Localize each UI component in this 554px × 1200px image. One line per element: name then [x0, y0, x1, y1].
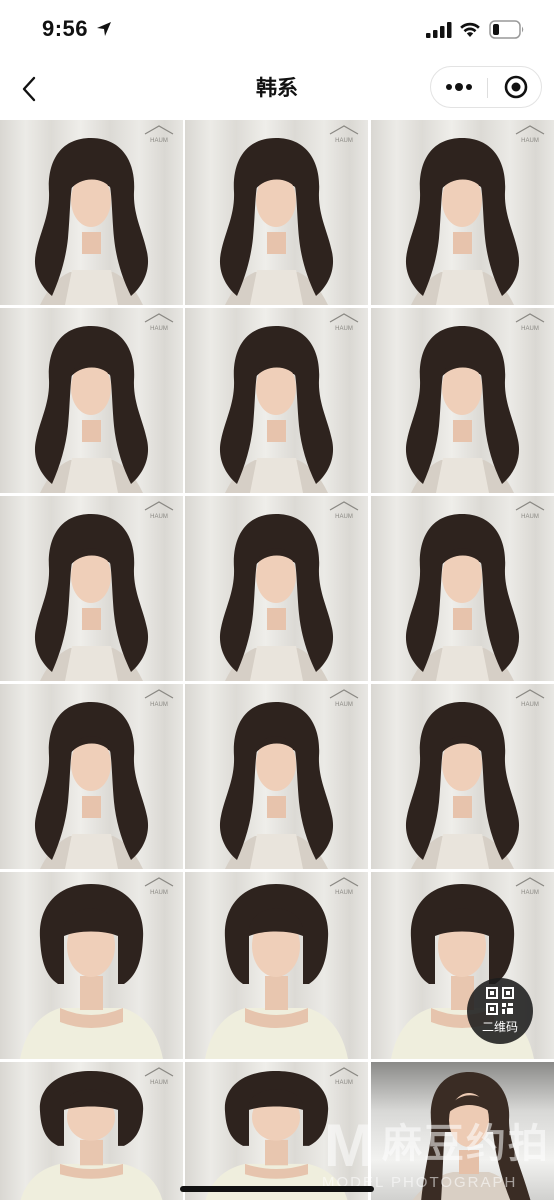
svg-text:HAUM: HAUM [335, 514, 353, 520]
photo-tile[interactable]: HAUM [185, 872, 368, 1059]
wifi-icon [460, 22, 480, 37]
svg-text:HAUM: HAUM [150, 702, 168, 708]
brand-logo: HAUM [326, 1066, 362, 1086]
photo-tile[interactable]: HAUM [371, 308, 554, 493]
brand-logo: HAUM [141, 876, 177, 896]
photo-tile[interactable]: HAUM [0, 308, 183, 493]
cellular-signal-icon [426, 22, 452, 38]
brand-logo: HAUM [326, 500, 362, 520]
model-photo [20, 884, 163, 1059]
svg-text:HAUM: HAUM [521, 138, 539, 144]
home-indicator [180, 1186, 374, 1192]
svg-text:HAUM: HAUM [335, 1080, 353, 1086]
photo-tile[interactable]: HAUM [185, 684, 368, 869]
model-photo [405, 138, 520, 305]
model-photo [34, 326, 149, 493]
photo-tile[interactable]: HAUM [0, 1062, 183, 1200]
watermark-letter: M [324, 1112, 374, 1179]
brand-logo: HAUM [326, 876, 362, 896]
photo-tile[interactable]: HAUM [0, 684, 183, 869]
svg-text:HAUM: HAUM [150, 890, 168, 896]
photo-tile[interactable]: HAUM [371, 120, 554, 305]
svg-text:HAUM: HAUM [521, 514, 539, 520]
svg-text:HAUM: HAUM [150, 326, 168, 332]
svg-text:HAUM: HAUM [150, 1080, 168, 1086]
model-photo [219, 514, 334, 681]
more-dots-icon [446, 83, 472, 91]
qr-code-label: 二维码 [481, 1020, 518, 1034]
photo-tile[interactable]: HAUM [0, 872, 183, 1059]
model-photo [34, 514, 149, 681]
brand-logo: HAUM [141, 124, 177, 144]
photo-tile[interactable]: HAUM [0, 496, 183, 681]
brand-logo: HAUM [326, 688, 362, 708]
more-button[interactable] [431, 67, 487, 107]
photo-tile[interactable]: HAUM [371, 872, 554, 1059]
model-photo [405, 326, 520, 493]
svg-text:HAUM: HAUM [335, 326, 353, 332]
model-photo [34, 702, 149, 869]
brand-logo: HAUM [141, 1066, 177, 1086]
svg-text:HAUM: HAUM [150, 514, 168, 520]
model-photo [219, 326, 334, 493]
brand-logo: HAUM [141, 312, 177, 332]
svg-text:HAUM: HAUM [521, 326, 539, 332]
target-close-icon [504, 75, 527, 99]
model-photo [205, 884, 348, 1059]
brand-logo: HAUM [141, 500, 177, 520]
photo-tile[interactable]: HAUM [0, 120, 183, 305]
brand-logo: HAUM [512, 688, 548, 708]
brand-logo: HAUM [141, 688, 177, 708]
photo-tile[interactable]: HAUM [371, 684, 554, 869]
photo-tile[interactable]: HAUM [185, 120, 368, 305]
status-time: 9:56 [42, 16, 89, 41]
svg-text:HAUM: HAUM [521, 702, 539, 708]
brand-logo: HAUM [326, 124, 362, 144]
qr-code-icon [486, 987, 514, 1015]
brand-logo: HAUM [326, 312, 362, 332]
close-button[interactable] [488, 67, 543, 107]
photo-tile[interactable]: HAUM [371, 496, 554, 681]
brand-logo: HAUM [512, 876, 548, 896]
model-photo [34, 138, 149, 305]
model-photo [405, 514, 520, 681]
miniprogram-capsule [430, 66, 542, 108]
battery-icon [489, 20, 524, 39]
brand-logo: HAUM [512, 124, 548, 144]
nav-bar: 韩系 [0, 58, 554, 120]
location-arrow-icon [97, 22, 111, 36]
photo-grid: HAUM HAUM HAUM HAUM HAUM HAUM HAUM HAUM HAUM HAUM… [0, 120, 554, 1200]
brand-logo: HAUM [512, 500, 548, 520]
brand-logo: HAUM [512, 312, 548, 332]
qr-code-button[interactable]: 二维码 [467, 978, 533, 1044]
svg-text:HAUM: HAUM [335, 138, 353, 144]
model-photo [391, 884, 534, 1059]
svg-text:HAUM: HAUM [521, 890, 539, 896]
model-photo [405, 702, 520, 869]
svg-text:HAUM: HAUM [335, 890, 353, 896]
photo-tile[interactable]: HAUM [185, 308, 368, 493]
status-bar: 9:56 [0, 0, 554, 58]
svg-text:HAUM: HAUM [150, 138, 168, 144]
watermark-chinese: 麻豆约拍 [382, 1122, 550, 1166]
model-photo [219, 138, 334, 305]
photo-tile[interactable]: HAUM [185, 496, 368, 681]
svg-text:HAUM: HAUM [335, 702, 353, 708]
model-photo [219, 702, 334, 869]
